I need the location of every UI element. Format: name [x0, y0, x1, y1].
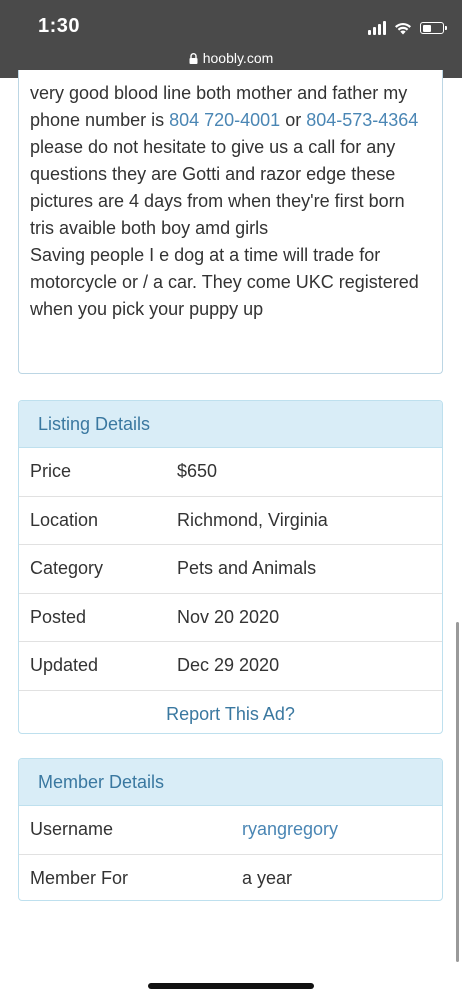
detail-value: Richmond, Virginia	[177, 509, 328, 530]
wifi-icon	[395, 22, 411, 35]
detail-row-posted: Posted Nov 20 2020	[19, 594, 442, 643]
detail-value: $650	[177, 461, 218, 481]
battery-icon	[420, 22, 447, 34]
member-row-username: Username ryangregory	[19, 806, 442, 855]
detail-value: Nov 20 2020	[177, 606, 280, 627]
listing-details-panel: Listing Details Price $650 Location Rich…	[18, 400, 443, 734]
detail-label: Price	[30, 461, 72, 481]
report-ad-link[interactable]: Report This Ad?	[19, 691, 442, 733]
lock-icon	[189, 53, 198, 64]
detail-row-updated: Updated Dec 29 2020	[19, 642, 442, 691]
detail-label: Posted	[30, 606, 87, 627]
member-details-heading: Member Details	[19, 759, 442, 806]
description-or: or	[280, 110, 307, 130]
detail-label: Category	[30, 558, 104, 579]
member-label: Member For	[30, 867, 129, 888]
member-details-panel: Member Details Username ryangregory Memb…	[18, 758, 443, 901]
member-row-member-for: Member For a year	[19, 855, 442, 900]
home-indicator[interactable]	[148, 983, 314, 989]
member-label: Username	[30, 819, 114, 839]
description-card: very good blood line both mother and fat…	[18, 70, 443, 374]
username-link[interactable]: ryangregory	[242, 806, 338, 853]
phone-link-1[interactable]: 804 720-4001	[169, 110, 280, 130]
description-text: very good blood line both mother and fat…	[30, 80, 430, 323]
detail-row-price: Price $650	[19, 448, 442, 497]
detail-value: Pets and Animals	[177, 558, 317, 579]
detail-label: Location	[30, 509, 99, 530]
address-bar[interactable]: hoobly.com	[0, 50, 462, 66]
detail-label: Updated	[30, 655, 99, 676]
detail-row-location: Location Richmond, Virginia	[19, 497, 442, 546]
url-text: hoobly.com	[202, 50, 274, 66]
signal-icon	[368, 21, 386, 35]
listing-details-heading: Listing Details	[19, 401, 442, 448]
detail-row-category: Category Pets and Animals	[19, 545, 442, 594]
detail-value: Dec 29 2020	[177, 655, 280, 676]
phone-link-2[interactable]: 804-573-4364	[306, 110, 418, 130]
status-icons	[368, 18, 447, 38]
description-line: Saving people I e dog at a time will tra…	[30, 245, 419, 319]
status-time: 1:30	[38, 15, 81, 37]
scrollbar[interactable]	[456, 622, 459, 962]
member-value: a year	[242, 867, 293, 888]
description-line: please do not hesitate to give us a call…	[30, 137, 405, 238]
status-bar: 1:30 hoobly.com	[0, 0, 462, 78]
